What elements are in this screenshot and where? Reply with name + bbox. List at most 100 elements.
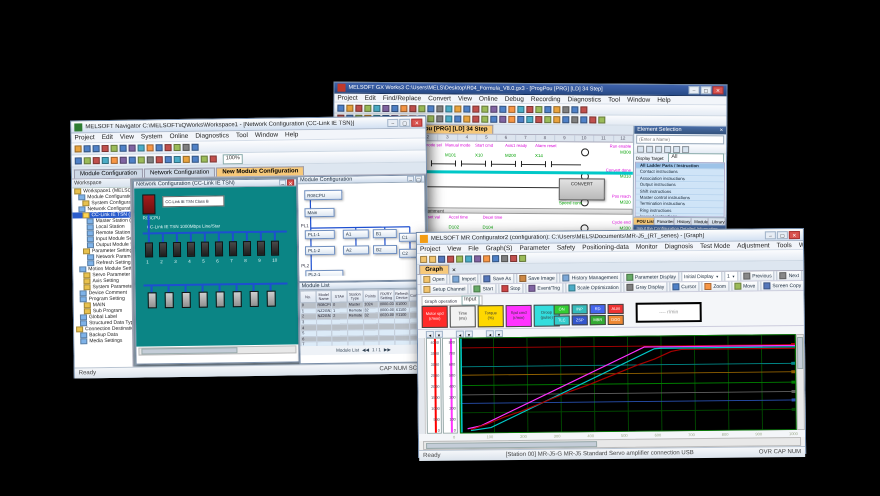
toolbar-button-open[interactable]: Open bbox=[420, 274, 447, 285]
toolbar-button-screen-copy[interactable]: Screen Copy bbox=[760, 281, 803, 291]
toolbar-icon[interactable] bbox=[174, 156, 181, 163]
tab-close-icon[interactable]: ✕ bbox=[452, 268, 456, 274]
toolbar-icon[interactable] bbox=[490, 105, 497, 112]
menu-item[interactable]: Tools bbox=[777, 242, 792, 249]
tab-graph[interactable]: Graph bbox=[419, 265, 449, 274]
maximize-icon[interactable]: ▢ bbox=[777, 231, 788, 239]
toolbar-icon[interactable] bbox=[571, 116, 578, 123]
minimize-icon[interactable]: – bbox=[688, 86, 699, 94]
toolbar-icon[interactable] bbox=[129, 157, 136, 164]
toolbar-icon[interactable] bbox=[499, 105, 506, 112]
digital-chip[interactable]: INP bbox=[572, 304, 588, 314]
toolbar-button-next[interactable]: Next bbox=[777, 271, 802, 281]
y-axis-command[interactable]: 8007006005004003002001000 bbox=[442, 338, 458, 434]
toolbar-icon[interactable] bbox=[474, 255, 481, 262]
toolbar-icon[interactable] bbox=[673, 145, 680, 152]
close-icon[interactable]: ✕ bbox=[789, 231, 800, 239]
toolbar-icon[interactable] bbox=[84, 145, 91, 152]
menu-item[interactable]: View bbox=[447, 245, 461, 252]
toolbar-icon[interactable] bbox=[138, 144, 145, 151]
toolbar-icon[interactable] bbox=[571, 106, 578, 113]
remote-module[interactable] bbox=[215, 241, 223, 256]
toolbar-icon[interactable] bbox=[156, 144, 163, 151]
toolbar-icon[interactable] bbox=[463, 105, 470, 112]
toolbar-button-stop[interactable]: Stop bbox=[498, 283, 523, 294]
toolbar-icon[interactable] bbox=[409, 105, 416, 112]
toolbar-icon[interactable] bbox=[526, 116, 533, 123]
pager-prev-icon[interactable]: ◀◀ bbox=[362, 347, 369, 353]
menu-item[interactable]: File bbox=[468, 245, 479, 252]
toolbar-button-previous[interactable]: Previous bbox=[740, 271, 775, 282]
toolbar-icon[interactable] bbox=[337, 104, 344, 111]
channel-chip[interactable]: Spd cmd(r/min) bbox=[506, 305, 532, 327]
toolbar-icon[interactable] bbox=[445, 105, 452, 112]
toolbar-icon[interactable] bbox=[120, 157, 127, 164]
toolbar-icon[interactable] bbox=[373, 104, 380, 111]
toolbar-icon[interactable] bbox=[510, 254, 517, 261]
toolbar-icon[interactable] bbox=[535, 106, 542, 113]
channel-chip[interactable]: Time(ms) bbox=[450, 305, 476, 327]
remote-module[interactable] bbox=[145, 242, 153, 257]
toolbar-button-save-as[interactable]: Save As bbox=[481, 273, 514, 284]
menu-item[interactable]: System bbox=[141, 133, 163, 140]
toolbar-icon[interactable] bbox=[456, 255, 463, 262]
menu-item[interactable]: Safety bbox=[557, 244, 576, 251]
menu-item[interactable]: Project bbox=[337, 94, 357, 101]
flow-box[interactable]: R08CPU bbox=[304, 190, 342, 201]
io-module[interactable] bbox=[148, 292, 157, 308]
channel-chip[interactable]: Torque(%) bbox=[478, 305, 504, 327]
toolbar-icon[interactable] bbox=[472, 116, 479, 123]
toolbar-combo-1[interactable]: 1▼ bbox=[724, 271, 738, 282]
minimize-icon[interactable]: – bbox=[387, 118, 398, 126]
table-header-cell[interactable]: Points bbox=[363, 290, 379, 302]
menu-item[interactable]: Project bbox=[74, 134, 94, 141]
toolbar-button-gray-display[interactable]: Gray Display bbox=[624, 281, 668, 292]
toolbar-button-history-management[interactable]: History Management bbox=[560, 272, 621, 284]
section-bar[interactable]: ECU comment bbox=[411, 207, 633, 215]
toolbar-button-import[interactable]: Import bbox=[449, 273, 478, 284]
toolbar-icon[interactable] bbox=[75, 145, 82, 152]
menu-item[interactable]: Tool bbox=[608, 96, 620, 103]
toolbar-icon[interactable] bbox=[427, 105, 434, 112]
digital-chip[interactable]: ZSP bbox=[572, 315, 588, 325]
toolbar-button-save-image[interactable]: Save Image bbox=[516, 273, 558, 284]
menu-item[interactable]: Recording bbox=[531, 96, 561, 103]
io-module[interactable] bbox=[233, 291, 242, 307]
toolbar-button-parameter-display[interactable]: Parameter Display bbox=[623, 271, 679, 283]
toolbar-icon[interactable] bbox=[655, 145, 662, 152]
toolbar-icon[interactable] bbox=[508, 105, 515, 112]
toolbar-icon[interactable] bbox=[438, 255, 445, 262]
toolbar-icon[interactable] bbox=[454, 115, 461, 122]
toolbar-combo-initial-display[interactable]: Initial Display▼ bbox=[681, 271, 722, 282]
digital-chip[interactable]: DOG bbox=[608, 315, 624, 325]
menu-item[interactable]: Window bbox=[799, 241, 803, 248]
toolbar-icon[interactable] bbox=[147, 156, 154, 163]
toolbar-icon[interactable] bbox=[364, 104, 371, 111]
tab-new-module-configuration[interactable]: New Module Configuration bbox=[216, 166, 304, 176]
toolbar-icon[interactable] bbox=[355, 104, 362, 111]
menu-item[interactable]: Help bbox=[285, 131, 298, 138]
io-module[interactable] bbox=[182, 292, 191, 308]
digital-chip[interactable]: ALM bbox=[608, 304, 624, 314]
toolbar-icon[interactable] bbox=[519, 254, 526, 261]
digital-chip[interactable]: RD bbox=[590, 304, 606, 314]
flow-box[interactable]: A1 bbox=[343, 229, 369, 238]
toolbar-icon[interactable] bbox=[637, 145, 644, 152]
table-header-cell[interactable]: No. bbox=[300, 291, 316, 303]
menu-item[interactable]: Diagnostics bbox=[195, 132, 229, 139]
toolbar-icon[interactable] bbox=[165, 156, 172, 163]
plc-cpu-module[interactable] bbox=[142, 194, 155, 214]
channel-chip[interactable]: Motor spd(r/min) bbox=[422, 306, 448, 328]
pager-next-icon[interactable]: ▶▶ bbox=[384, 347, 391, 353]
toolbar-button-zoom[interactable]: Zoom bbox=[701, 281, 729, 292]
toolbar-icon[interactable] bbox=[544, 116, 551, 123]
table-header-cell[interactable]: Station Type bbox=[347, 290, 363, 302]
menu-item[interactable]: Parameter bbox=[519, 244, 549, 251]
menu-item[interactable]: Graph(S) bbox=[486, 245, 513, 252]
toolbar-icon[interactable] bbox=[436, 115, 443, 122]
toolbar-icon[interactable] bbox=[429, 255, 436, 262]
element-search-input[interactable] bbox=[636, 135, 724, 145]
menu-item[interactable]: Help bbox=[657, 96, 670, 103]
menu-item[interactable]: Debug bbox=[505, 95, 524, 102]
axis-left-icon[interactable]: ◄ bbox=[486, 330, 494, 337]
